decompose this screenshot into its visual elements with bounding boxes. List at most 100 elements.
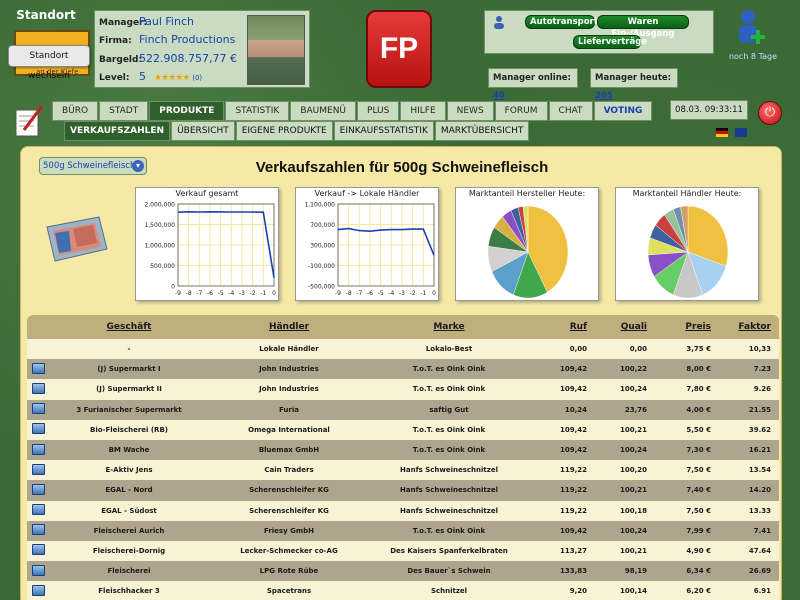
waren-button[interactable]: Waren Ein-/Ausgang [597, 15, 689, 39]
tab-buero[interactable]: BÜRO [52, 101, 99, 121]
cell-quali: 100,24 [619, 526, 647, 535]
col-ruf[interactable]: Ruf [529, 322, 587, 332]
cell-haendler: Spacetrans [266, 587, 312, 596]
cell-ruf: 109,42 [559, 446, 587, 455]
cell-ruf: 0,00 [569, 345, 587, 354]
logout-power-icon[interactable]: ⏻ [758, 101, 782, 125]
uk-flag-icon[interactable] [735, 128, 747, 137]
cell-preis: 7,30 € [686, 446, 711, 455]
store-details-icon[interactable] [31, 443, 45, 455]
autotransporte-button[interactable]: Autotransporte [525, 15, 604, 29]
manager-heute-link[interactable]: 265 [595, 91, 613, 101]
cell-quali: 100,24 [619, 446, 647, 455]
col-haendler[interactable]: Händler [209, 322, 369, 332]
chart-lokale-haendler: Verkauf -> Lokale Händler 1,100,000 700,0… [295, 187, 439, 301]
cell-ruf: 109,42 [559, 425, 587, 434]
subtab-uebersicht[interactable]: ÜBERSICHT [171, 121, 235, 141]
table-row: (J) Supermarkt I John Industries T.o.T. es… [27, 359, 779, 380]
x-tick-label: 0 [272, 290, 276, 297]
standort-title: Standort [16, 8, 76, 22]
cell-preis: 7,99 € [686, 526, 711, 535]
store-details-icon[interactable] [31, 544, 45, 556]
col-geschaeft[interactable]: Geschäft [49, 322, 209, 332]
cell-preis: 4,90 € [686, 546, 711, 555]
store-details-icon[interactable] [31, 564, 45, 576]
user-icon [494, 16, 504, 29]
cell-marke: Des Kaisers Spanferkelbraten [390, 546, 508, 555]
cell-faktor: 9.26 [753, 385, 771, 394]
level-label: Level: [99, 73, 130, 83]
cell-quali: 100,21 [619, 425, 647, 434]
tab-stadt[interactable]: STADT [99, 101, 149, 121]
col-faktor[interactable]: Faktor [711, 322, 771, 332]
tab-hilfe[interactable]: HILFE [400, 101, 446, 121]
cell-haendler: John Industries [259, 365, 319, 374]
cell-geschaeft: Fleischerei [107, 567, 151, 576]
cell-preis: 7,80 € [686, 385, 711, 394]
store-details-icon[interactable] [31, 403, 45, 415]
chart-marktanteil-hersteller: Marktanteil Hersteller Heute: [455, 187, 599, 301]
tab-forum[interactable]: FORUM [494, 101, 548, 121]
company-logo[interactable]: FP [366, 10, 432, 88]
subtab-verkaufszahlen[interactable]: VERKAUFSZAHLEN [64, 121, 171, 141]
store-details-icon[interactable] [31, 463, 45, 475]
manager-name[interactable]: Paul Finch [139, 15, 194, 28]
bargeld-label: Bargeld: [99, 55, 143, 65]
col-preis[interactable]: Preis [647, 322, 711, 332]
product-select[interactable]: 500g Schweinefleisch ▾ [39, 157, 147, 175]
manager-online-link[interactable]: 40 [493, 91, 505, 101]
tab-plus[interactable]: PLUS [357, 101, 400, 121]
notes-icon[interactable] [14, 104, 44, 138]
tab-voting[interactable]: VOTING [593, 101, 653, 121]
cell-quali: 100,18 [619, 506, 647, 515]
firma-name[interactable]: Finch Productions [139, 33, 235, 46]
tab-statistik[interactable]: STATISTIK [225, 101, 290, 121]
tab-baumenue[interactable]: BAUMENÜ [290, 101, 357, 121]
cell-quali: 100,22 [619, 365, 647, 374]
col-quali[interactable]: Quali [587, 322, 647, 332]
standort-widget[interactable]: Standort Standort wechseln an der Kiefe [6, 8, 90, 92]
tab-produkte[interactable]: PRODUKTE [149, 101, 225, 121]
x-tick-label: -4 [388, 290, 394, 297]
cell-ruf: 113,27 [559, 546, 587, 555]
table-row: Fleischerei Aurich Friesy GmbH T.o.T. es O… [27, 520, 779, 541]
cell-marke: Schnitzel [430, 587, 468, 596]
store-details-icon[interactable] [31, 524, 45, 536]
cell-preis: 7,40 € [686, 486, 711, 495]
table-row: (J) Supermarkt II John Industries T.o.T. e… [27, 379, 779, 400]
store-details-icon[interactable] [31, 423, 45, 435]
cell-geschaeft: Bio-Fleischerei (RB) [90, 425, 168, 434]
cell-geschaeft: EGAL - Nord [105, 486, 153, 495]
subtab-einkaufsstatistik[interactable]: EINKAUFSSTATISTIK [333, 121, 434, 141]
cell-preis: 7,50 € [686, 506, 711, 515]
quick-links-panel: Autotransporte Waren Ein-/Ausgang Liefer… [484, 10, 714, 54]
manager-avatar[interactable] [247, 15, 305, 85]
subtab-eigene-produkte[interactable]: EIGENE PRODUKTE [235, 121, 333, 141]
cell-ruf: 119,22 [559, 506, 587, 515]
standort-tooltip: Standort wechseln [8, 45, 90, 81]
x-tick-label: -7 [196, 290, 202, 297]
col-marke[interactable]: Marke [369, 322, 529, 332]
store-details-icon[interactable] [31, 483, 45, 495]
series-line [337, 227, 435, 256]
x-tick-label: -5 [378, 290, 384, 297]
german-flag-icon[interactable] [716, 128, 728, 137]
store-details-icon[interactable] [31, 382, 45, 394]
tab-news[interactable]: NEWS [446, 101, 494, 121]
cell-marke: T.o.T. es Oink Oink [412, 425, 486, 434]
store-details-icon[interactable] [31, 584, 45, 596]
standort-subtext: an der Kiefe [36, 68, 79, 76]
cell-geschaeft: (J) Supermarkt II [96, 385, 162, 394]
store-details-icon[interactable] [31, 362, 45, 374]
cell-quali: 100,21 [619, 546, 647, 555]
liefervertraege-button[interactable]: Lieferverträge [573, 35, 647, 49]
table-row: Bio-Fleischerei (RB) Omega International T… [27, 419, 779, 440]
subtab-marktuebersicht[interactable]: MARKTÜBERSICHT [434, 121, 530, 141]
tab-chat[interactable]: CHAT [548, 101, 593, 121]
table-row: 3 Furianischer Supermarkt Furia saftig Gut… [27, 399, 779, 420]
cell-haendler: Scherenschleifer KG [249, 506, 329, 515]
y-tick-label: -500,000 [308, 284, 335, 291]
add-user-icon[interactable] [736, 8, 766, 48]
store-details-icon[interactable] [31, 504, 45, 516]
table-row: - Lokale Händler Lokalo-Best 0,00 0,00 3,75 €… [27, 339, 779, 360]
